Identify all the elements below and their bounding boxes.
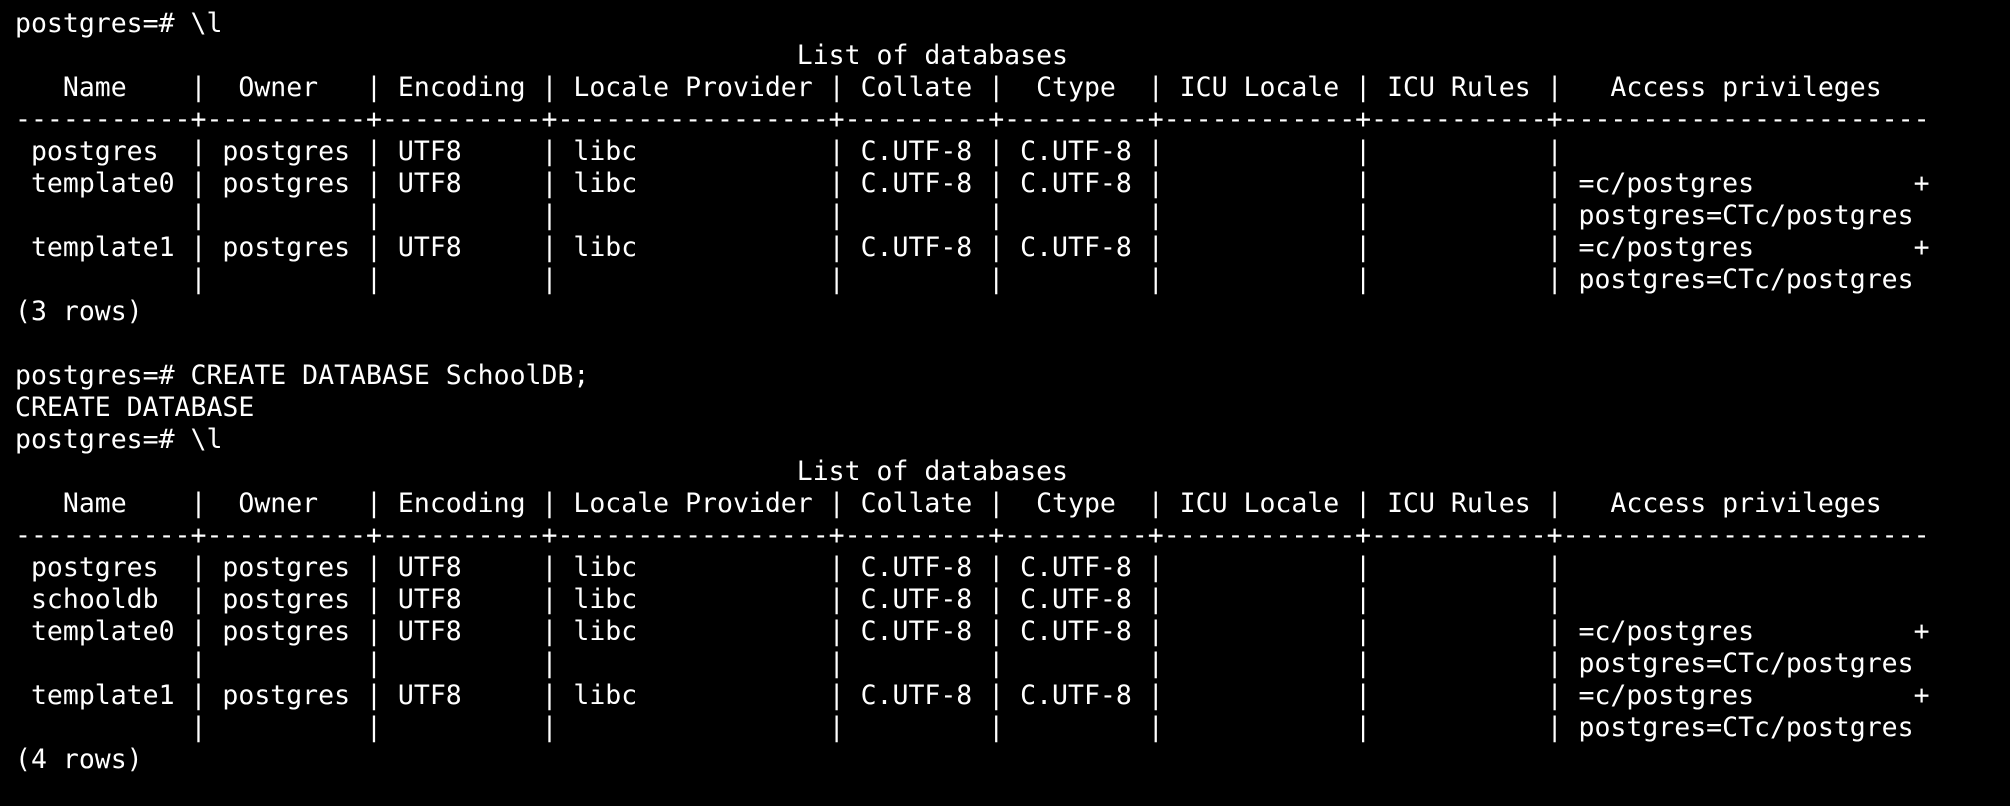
table-row: template0 | postgres | UTF8 | libc | C.U…: [15, 168, 1930, 199]
row-count: (4 rows): [15, 744, 143, 775]
table-row-continuation: | | | | | | | | postgres=CTc/postgres: [15, 648, 1914, 679]
terminal-output[interactable]: postgres=# \l List of databases Name | O…: [0, 0, 2010, 806]
command-result: CREATE DATABASE: [15, 392, 255, 423]
row-count: (3 rows): [15, 296, 143, 327]
command-line: postgres=# CREATE DATABASE SchoolDB;: [15, 360, 590, 391]
table-row-continuation: | | | | | | | | postgres=CTc/postgres: [15, 200, 1914, 231]
table-row: postgres | postgres | UTF8 | libc | C.UT…: [15, 552, 1563, 583]
table-separator: -----------+----------+----------+------…: [15, 104, 1930, 135]
table-row: template1 | postgres | UTF8 | libc | C.U…: [15, 680, 1930, 711]
prompt-line: postgres=# \l: [15, 8, 223, 39]
prompt-line: postgres=# \l: [15, 424, 223, 455]
table-title: List of databases: [15, 40, 1068, 71]
table-row: postgres | postgres | UTF8 | libc | C.UT…: [15, 136, 1563, 167]
table-row-continuation: | | | | | | | | postgres=CTc/postgres: [15, 712, 1914, 743]
table-row-continuation: | | | | | | | | postgres=CTc/postgres: [15, 264, 1914, 295]
table-separator: -----------+----------+----------+------…: [15, 520, 1930, 551]
table-row: schooldb | postgres | UTF8 | libc | C.UT…: [15, 584, 1563, 615]
table-title: List of databases: [15, 456, 1068, 487]
table-header: Name | Owner | Encoding | Locale Provide…: [15, 488, 1882, 519]
table-row: template1 | postgres | UTF8 | libc | C.U…: [15, 232, 1930, 263]
table-row: template0 | postgres | UTF8 | libc | C.U…: [15, 616, 1930, 647]
table-header: Name | Owner | Encoding | Locale Provide…: [15, 72, 1882, 103]
